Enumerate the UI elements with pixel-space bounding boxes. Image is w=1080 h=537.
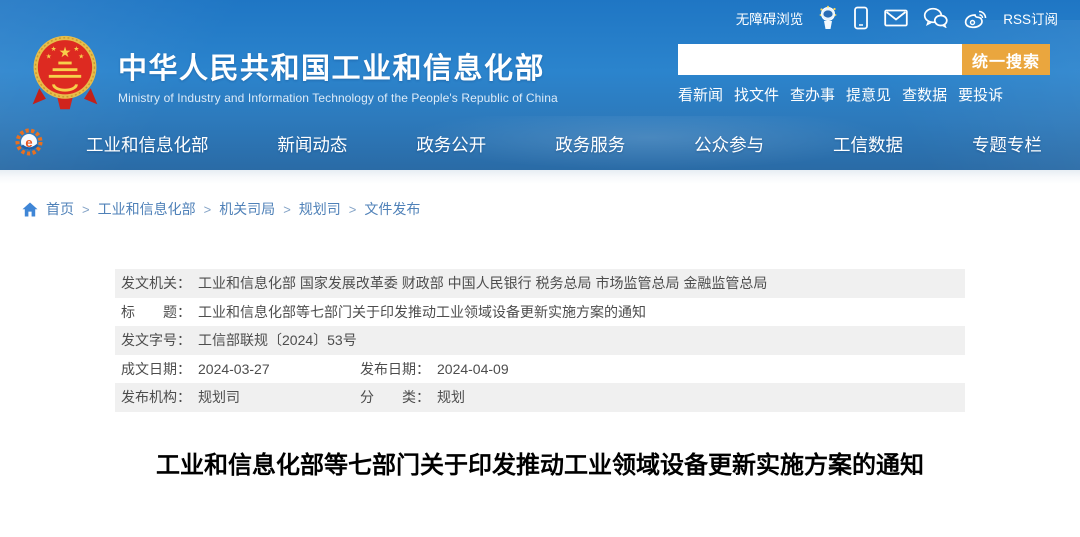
mobile-icon[interactable] [853,6,869,30]
table-row-publisher: 发布机构： 规划司 分 类： 规划 [115,383,965,412]
top-utility-bar: 无障碍浏览 [0,0,1080,35]
row-label: 发布机构： [121,387,191,407]
nav-item-miit[interactable]: 工业和信息化部 [86,132,209,157]
robot-mascot-icon[interactable] [818,5,838,31]
row-value: 规划 [437,387,465,407]
quick-link-services[interactable]: 查办事 [790,84,835,105]
nav-item-gov-openness[interactable]: 政务公开 [416,132,486,157]
row-label: 发文机关： [121,273,191,293]
breadcrumb-separator: > [82,202,90,217]
row-value: 2024-04-09 [437,361,509,377]
breadcrumb-current-page: 文件发布 [364,199,420,219]
row-label: 成文日期： [121,359,191,379]
nav-item-data[interactable]: 工信数据 [833,132,903,157]
row-label: 标 题： [121,302,191,322]
site-subtitle: Ministry of Industry and Information Tec… [118,91,558,105]
nav-item-topics[interactable]: 专题专栏 [972,132,1042,157]
table-row-title: 标 题： 工业和信息化部等七部门关于印发推动工业领域设备更新实施方案的通知 [115,298,965,327]
miit-e-logo-icon[interactable]: e [14,127,44,162]
search-input[interactable] [678,44,962,75]
nav-list: 工业和信息化部 新闻动态 政务公开 政务服务 公众参与 工信数据 专题专栏 [86,132,1056,157]
row-label: 分 类： [360,387,430,407]
rss-link[interactable]: RSS订阅 [1003,8,1058,28]
row-label: 发布日期： [360,359,430,379]
main-navigation: e 工业和信息化部 新闻动态 政务公开 政务服务 公众参与 工信数据 专题专栏 [0,118,1080,170]
search-area: 统一搜索 看新闻 找文件 查办事 提意见 查数据 要投诉 [678,44,1050,105]
svg-text:★: ★ [59,44,72,60]
quick-links: 看新闻 找文件 查办事 提意见 查数据 要投诉 [678,84,1050,105]
breadcrumb-departments[interactable]: 机关司局 [219,199,275,219]
nav-item-participation[interactable]: 公众参与 [694,132,764,157]
svg-text:★: ★ [46,53,52,60]
breadcrumb-separator: > [349,202,357,217]
breadcrumb: 首页 > 工业和信息化部 > 机关司局 > 规划司 > 文件发布 [0,199,1080,219]
nav-item-gov-services[interactable]: 政务服务 [555,132,625,157]
row-value: 规划司 [198,387,240,407]
breadcrumb-planning-dept[interactable]: 规划司 [299,199,341,219]
search-bar: 统一搜索 [678,44,1050,75]
quick-link-complaint[interactable]: 要投诉 [958,84,1003,105]
home-icon[interactable] [22,202,38,217]
row-value: 2024-03-27 [198,361,270,377]
site-brand[interactable]: 中华人民共和国工业和信息化部 Ministry of Industry and … [118,45,558,105]
row-value: 工信部联规〔2024〕53号 [198,330,357,350]
breadcrumb-home[interactable]: 首页 [46,199,74,219]
site-title: 中华人民共和国工业和信息化部 [118,45,558,87]
article-title: 工业和信息化部等七部门关于印发推动工业领域设备更新实施方案的通知 [80,451,1000,481]
quick-link-data[interactable]: 查数据 [902,84,947,105]
weibo-icon[interactable] [963,7,988,29]
table-row-dates: 成文日期： 2024-03-27 发布日期： 2024-04-09 [115,355,965,384]
mail-icon[interactable] [884,9,908,27]
breadcrumb-miit[interactable]: 工业和信息化部 [98,199,196,219]
document-info-table: 发文机关： 工业和信息化部 国家发展改革委 财政部 中国人民银行 税务总局 市场… [115,269,965,412]
svg-text:★: ★ [51,46,57,53]
unified-search-button[interactable]: 统一搜索 [962,44,1050,75]
quick-link-feedback[interactable]: 提意见 [846,84,891,105]
quick-link-files[interactable]: 找文件 [734,84,779,105]
site-banner: 无障碍浏览 [0,0,1080,170]
quick-link-news[interactable]: 看新闻 [678,84,723,105]
banner-shadow [0,170,1080,184]
svg-text:★: ★ [78,53,84,60]
svg-text:★: ★ [73,46,79,53]
table-row-issuing-agency: 发文机关： 工业和信息化部 国家发展改革委 财政部 中国人民银行 税务总局 市场… [115,269,965,298]
nav-item-news[interactable]: 新闻动态 [277,132,347,157]
site-header: ★ ★ ★ ★ ★ 中华人民共和国工业和信息化部 Ministry of Ind… [0,35,1080,115]
row-value: 工业和信息化部 国家发展改革委 财政部 中国人民银行 税务总局 市场监管总局 金… [198,273,767,293]
row-value: 工业和信息化部等七部门关于印发推动工业领域设备更新实施方案的通知 [198,302,646,322]
accessibility-link[interactable]: 无障碍浏览 [736,8,804,28]
wechat-icon[interactable] [923,7,948,28]
breadcrumb-separator: > [283,202,291,217]
breadcrumb-separator: > [204,202,212,217]
row-label: 发文字号： [121,330,191,350]
table-row-doc-number: 发文字号： 工信部联规〔2024〕53号 [115,326,965,355]
national-emblem-icon: ★ ★ ★ ★ ★ [26,33,104,118]
